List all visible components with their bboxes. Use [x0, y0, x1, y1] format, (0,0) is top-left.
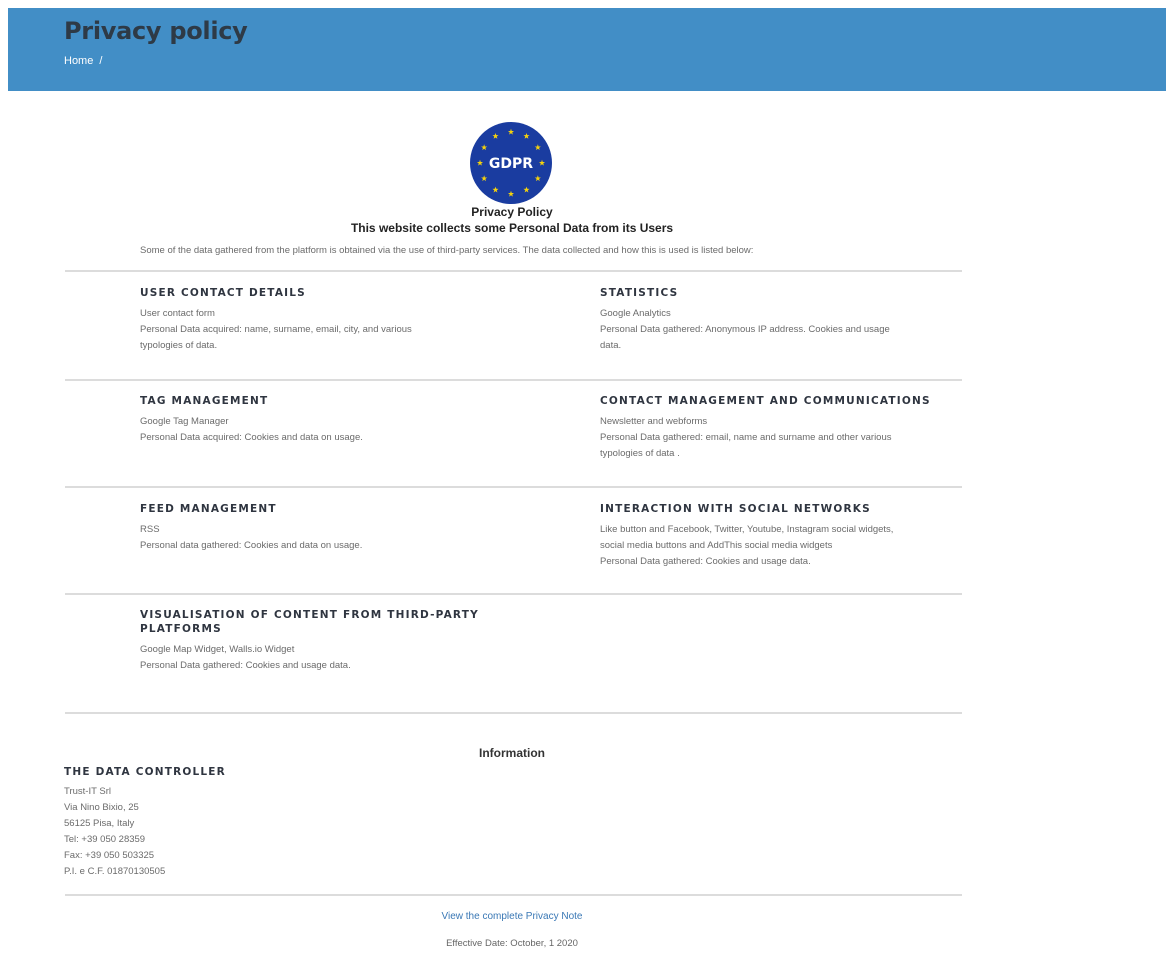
section-line: social media buttons and AddThis social … [600, 540, 833, 551]
divider [65, 593, 962, 595]
section-line: Google Map Widget, Walls.io Widget [140, 644, 295, 655]
divider [65, 894, 962, 896]
divider [65, 486, 962, 488]
section-title: TAG MANAGEMENT [140, 395, 269, 407]
intro-text: Some of the data gathered from the platf… [140, 245, 754, 256]
breadcrumb-home-link[interactable]: Home [64, 55, 93, 67]
section-tag-management: TAG MANAGEMENT Google Tag Manager Person… [140, 394, 500, 446]
breadcrumb-separator: / [99, 55, 103, 67]
data-controller-block: THE DATA CONTROLLER Trust-IT Srl Via Nin… [64, 766, 464, 880]
controller-line: 56125 Pisa, Italy [64, 818, 135, 829]
section-line: User contact form [140, 308, 215, 319]
view-privacy-note-link[interactable]: View the complete Privacy Note [0, 911, 1024, 922]
section-line: data. [600, 340, 622, 351]
section-title: INTERACTION WITH SOCIAL NETWORKS [600, 503, 871, 515]
section-line: Google Analytics [600, 308, 671, 319]
section-line: Personal Data gathered: Cookies and usag… [600, 556, 811, 567]
page: Privacy policy Home / GDPR Privacy Policy… [0, 0, 1166, 954]
section-title: FEED MANAGEMENT [140, 503, 277, 515]
privacy-policy-subheading: This website collects some Personal Data… [350, 221, 674, 235]
section-title: VISUALISATION OF CONTENT FROM THIRD-PART… [140, 609, 479, 635]
divider [65, 270, 962, 272]
section-line: Personal Data gathered: Cookies and usag… [140, 660, 351, 671]
section-title: CONTACT MANAGEMENT AND COMMUNICATIONS [600, 395, 931, 407]
effective-date: Effective Date: October, 1 2020 [446, 938, 578, 949]
privacy-policy-heading: Privacy Policy [471, 205, 553, 219]
controller-line: P.I. e C.F. 01870130505 [64, 866, 166, 877]
breadcrumb: Home / [64, 55, 102, 67]
data-controller-title: THE DATA CONTROLLER [64, 766, 226, 778]
controller-line: Tel: +39 050 28359 [64, 834, 146, 845]
section-contact-management: CONTACT MANAGEMENT AND COMMUNICATIONS Ne… [600, 394, 960, 462]
divider [65, 712, 962, 714]
section-line: typologies of data . [600, 448, 680, 459]
controller-line: Via Nino Bixio, 25 [64, 802, 139, 813]
section-title: STATISTICS [600, 287, 679, 299]
section-title: USER CONTACT DETAILS [140, 287, 306, 299]
section-line: Like button and Facebook, Twitter, Youtu… [600, 524, 894, 535]
gdpr-logo-text: GDPR [489, 156, 533, 172]
divider [65, 379, 962, 381]
section-social-networks: INTERACTION WITH SOCIAL NETWORKS Like bu… [600, 502, 960, 570]
controller-line: Fax: +39 050 503325 [64, 850, 155, 861]
section-line: Personal Data gathered: Anonymous IP add… [600, 324, 890, 335]
information-heading: Information [479, 746, 545, 760]
controller-line: Trust-IT Srl [64, 786, 111, 797]
section-line: Personal data gathered: Cookies and data… [140, 540, 363, 551]
section-line: Personal Data acquired: name, surname, e… [140, 324, 412, 335]
section-line: typologies of data. [140, 340, 218, 351]
page-header-banner: Privacy policy Home / [8, 8, 1166, 91]
section-line: Personal Data acquired: Cookies and data… [140, 432, 363, 443]
page-title: Privacy policy [64, 17, 248, 45]
section-user-contact-details: USER CONTACT DETAILS User contact form P… [140, 286, 500, 354]
section-line: RSS [140, 524, 160, 535]
section-feed-management: FEED MANAGEMENT RSS Personal data gather… [140, 502, 500, 554]
section-line: Newsletter and webforms [600, 416, 708, 427]
gdpr-logo: GDPR [470, 122, 552, 204]
section-line: Personal Data gathered: email, name and … [600, 432, 892, 443]
section-line: Google Tag Manager [140, 416, 229, 427]
section-third-party-content: VISUALISATION OF CONTENT FROM THIRD-PART… [140, 608, 480, 674]
section-statistics: STATISTICS Google Analytics Personal Dat… [600, 286, 960, 354]
